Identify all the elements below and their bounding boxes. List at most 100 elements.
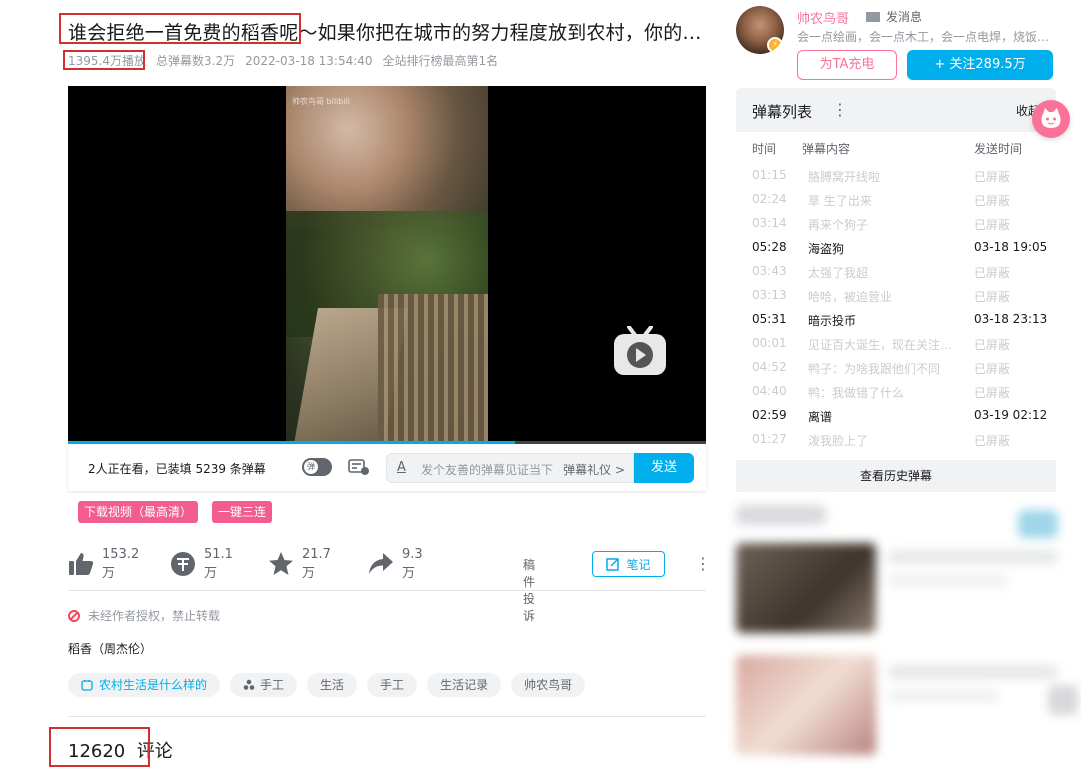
send-message-link[interactable]: 发消息 — [866, 8, 922, 25]
danmaku-content: 海盗狗 — [808, 242, 845, 256]
danmaku-content: 再来个狗子 — [808, 218, 869, 232]
danmaku-time: 03:14 — [752, 216, 787, 230]
tag-list: 农村生活是什么样的 手工 生活 手工 生活记录 帅农鸟哥 — [68, 673, 595, 697]
danmaku-row[interactable]: 02:59 离谱 03-19 02:12 — [736, 404, 1056, 428]
danmaku-etiquette-link[interactable]: 弹幕礼仪 > — [563, 461, 625, 478]
lightning-badge-icon: ⚡ — [767, 37, 783, 53]
danmaku-sent: 03-18 23:13 — [974, 312, 1048, 326]
more-options-icon[interactable]: ⋮ — [695, 554, 711, 573]
coin-button[interactable]: 51.1万 — [170, 544, 233, 584]
danmaku-sent: 03-18 19:05 — [974, 240, 1048, 254]
blur-thumb — [736, 655, 876, 755]
danmaku-toggle-knob: 弹 — [304, 460, 318, 474]
tag-handcraft-label: 手工 — [260, 678, 285, 692]
uploader-avatar[interactable]: ⚡ — [736, 6, 784, 54]
danmaku-time: 05:28 — [752, 240, 787, 254]
assistant-float-button[interactable] — [1032, 100, 1070, 138]
tag-handcraft[interactable]: 手工 — [230, 673, 298, 697]
danmaku-sent: 已屏蔽 — [974, 362, 1011, 376]
danmaku-row[interactable]: 05:31 暗示投币 03-18 23:13 — [736, 308, 1056, 332]
danmaku-row[interactable]: 01:27 泼我脸上了 已屏蔽 — [736, 428, 1056, 452]
tag-handcraft-2[interactable]: 手工 — [367, 673, 418, 697]
danmaku-content: 太强了我超 — [808, 266, 869, 280]
tag-uploader[interactable]: 帅农鸟哥 — [511, 673, 586, 697]
cat-face-icon — [1041, 108, 1061, 128]
danmaku-list-header[interactable]: 弹幕列表 ⋮ 收起 — [736, 88, 1056, 132]
follow-button[interactable]: + 关注289.5万 — [907, 50, 1053, 80]
coin-count: 51.1万 — [204, 547, 233, 581]
video-frame[interactable]: 帅农鸟哥 bilibili — [286, 86, 488, 444]
danmaku-time: 01:27 — [752, 432, 787, 446]
bgm-song[interactable]: 稻香（周杰伦） — [68, 640, 152, 657]
blur-text — [888, 575, 1008, 587]
danmaku-menu-icon[interactable]: ⋮ — [832, 100, 848, 119]
history-danmaku-button[interactable]: 查看历史弹幕 — [736, 460, 1056, 492]
danmaku-sent: 已屏蔽 — [974, 434, 1011, 448]
cluster-icon — [243, 679, 255, 690]
send-button[interactable]: 发送 — [634, 453, 694, 483]
mail-icon — [866, 11, 880, 22]
danmaku-bar: 2人正在看，已装填 5239 条弹幕 弹 A 发个友善的弹幕见证当下 弹幕礼仪 … — [68, 444, 706, 491]
danmaku-row[interactable]: 03:43 太强了我超 已屏蔽 — [736, 260, 1056, 284]
danmaku-settings-icon[interactable] — [348, 458, 370, 476]
danmaku-toggle[interactable]: 弹 — [302, 458, 332, 476]
blur-thumb — [736, 543, 876, 633]
danmaku-input[interactable]: A 发个友善的弹幕见证当下 弹幕礼仪 > — [386, 453, 634, 483]
publish-date: 2022-03-18 13:54:40 — [245, 54, 373, 68]
uploader-name[interactable]: 帅农鸟哥 — [797, 8, 849, 27]
danmaku-sent: 已屏蔽 — [974, 290, 1011, 304]
triple-action-button[interactable]: 一键三连 — [212, 501, 273, 523]
blur-text — [888, 550, 1058, 564]
rank-link[interactable]: 全站排行榜最高第1名 — [383, 54, 499, 68]
charge-button[interactable]: 为TA充电 — [797, 50, 897, 80]
danmaku-row[interactable]: 04:52 鸭子：为啥我跟他们不同 已屏蔽 — [736, 356, 1056, 380]
col-time[interactable]: 时间 — [752, 140, 776, 157]
danmaku-row[interactable]: 04:40 鸭：我做错了什么 已屏蔽 — [736, 380, 1056, 404]
danmaku-time: 01:15 — [752, 168, 787, 182]
danmaku-content: 见证百大诞生，现在关注… — [808, 338, 953, 352]
danmaku-sent: 已屏蔽 — [974, 218, 1011, 232]
thumbs-up-icon — [68, 551, 94, 577]
video-player[interactable]: 帅农鸟哥 bilibili — [68, 86, 706, 444]
danmaku-content: 胳膊窝开线啦 — [808, 170, 881, 184]
danmaku-total: 总弹幕数3.2万 — [156, 54, 236, 68]
danmaku-row[interactable]: 00:01 见证百大诞生，现在关注… 已屏蔽 — [736, 332, 1056, 356]
danmaku-content: 草 生了出来 — [808, 194, 872, 208]
danmaku-row[interactable]: 03:14 再来个狗子 已屏蔽 — [736, 212, 1056, 236]
like-button[interactable]: 153.2万 — [68, 544, 139, 584]
col-content[interactable]: 弹幕内容 — [802, 140, 850, 157]
danmaku-sent: 已屏蔽 — [974, 338, 1011, 352]
video-watermark: 帅农鸟哥 bilibili — [292, 97, 351, 106]
tag-life-record[interactable]: 生活记录 — [427, 673, 502, 697]
danmaku-row[interactable]: 03:13 哈哈，被迫营业 已屏蔽 — [736, 284, 1056, 308]
danmaku-row[interactable]: 02:24 草 生了出来 已屏蔽 — [736, 188, 1056, 212]
tag-topic[interactable]: 农村生活是什么样的 — [68, 673, 221, 697]
danmaku-sent: 03-19 02:12 — [974, 408, 1048, 422]
danmaku-time: 00:01 — [752, 336, 787, 350]
danmaku-sent: 已屏蔽 — [974, 170, 1011, 184]
favorite-button[interactable]: 21.7万 — [268, 544, 331, 584]
danmaku-row[interactable]: 05:28 海盗狗 03-18 19:05 — [736, 236, 1056, 260]
danmaku-sent: 已屏蔽 — [974, 194, 1011, 208]
danmaku-sent: 已屏蔽 — [974, 386, 1011, 400]
danmaku-rows: 01:15 胳膊窝开线啦 已屏蔽 02:24 草 生了出来 已屏蔽 03:14 再来个狗子 已屏… — [736, 164, 1056, 452]
highlight-box-title — [59, 13, 301, 44]
blur-block — [1048, 685, 1078, 715]
blur-text — [888, 665, 1058, 679]
star-icon — [268, 551, 294, 577]
blur-text — [888, 690, 998, 702]
note-button[interactable]: 笔记 — [592, 551, 665, 577]
danmaku-time: 04:40 — [752, 384, 787, 398]
recommendation-area-blurred — [728, 505, 1081, 767]
video-scene-trees — [286, 86, 488, 230]
tag-life[interactable]: 生活 — [307, 673, 358, 697]
col-sent[interactable]: 发送时间 — [974, 140, 1022, 157]
share-button[interactable]: 9.3万 — [368, 544, 423, 584]
danmaku-content: 暗示投币 — [808, 314, 857, 328]
danmaku-row[interactable]: 01:15 胳膊窝开线啦 已屏蔽 — [736, 164, 1056, 188]
play-icon[interactable] — [613, 326, 667, 376]
download-video-button[interactable]: 下载视频（最高清） — [78, 501, 199, 523]
highlight-box-views — [63, 50, 145, 70]
text-style-icon[interactable]: A — [397, 460, 406, 475]
danmaku-content: 离谱 — [808, 410, 833, 424]
